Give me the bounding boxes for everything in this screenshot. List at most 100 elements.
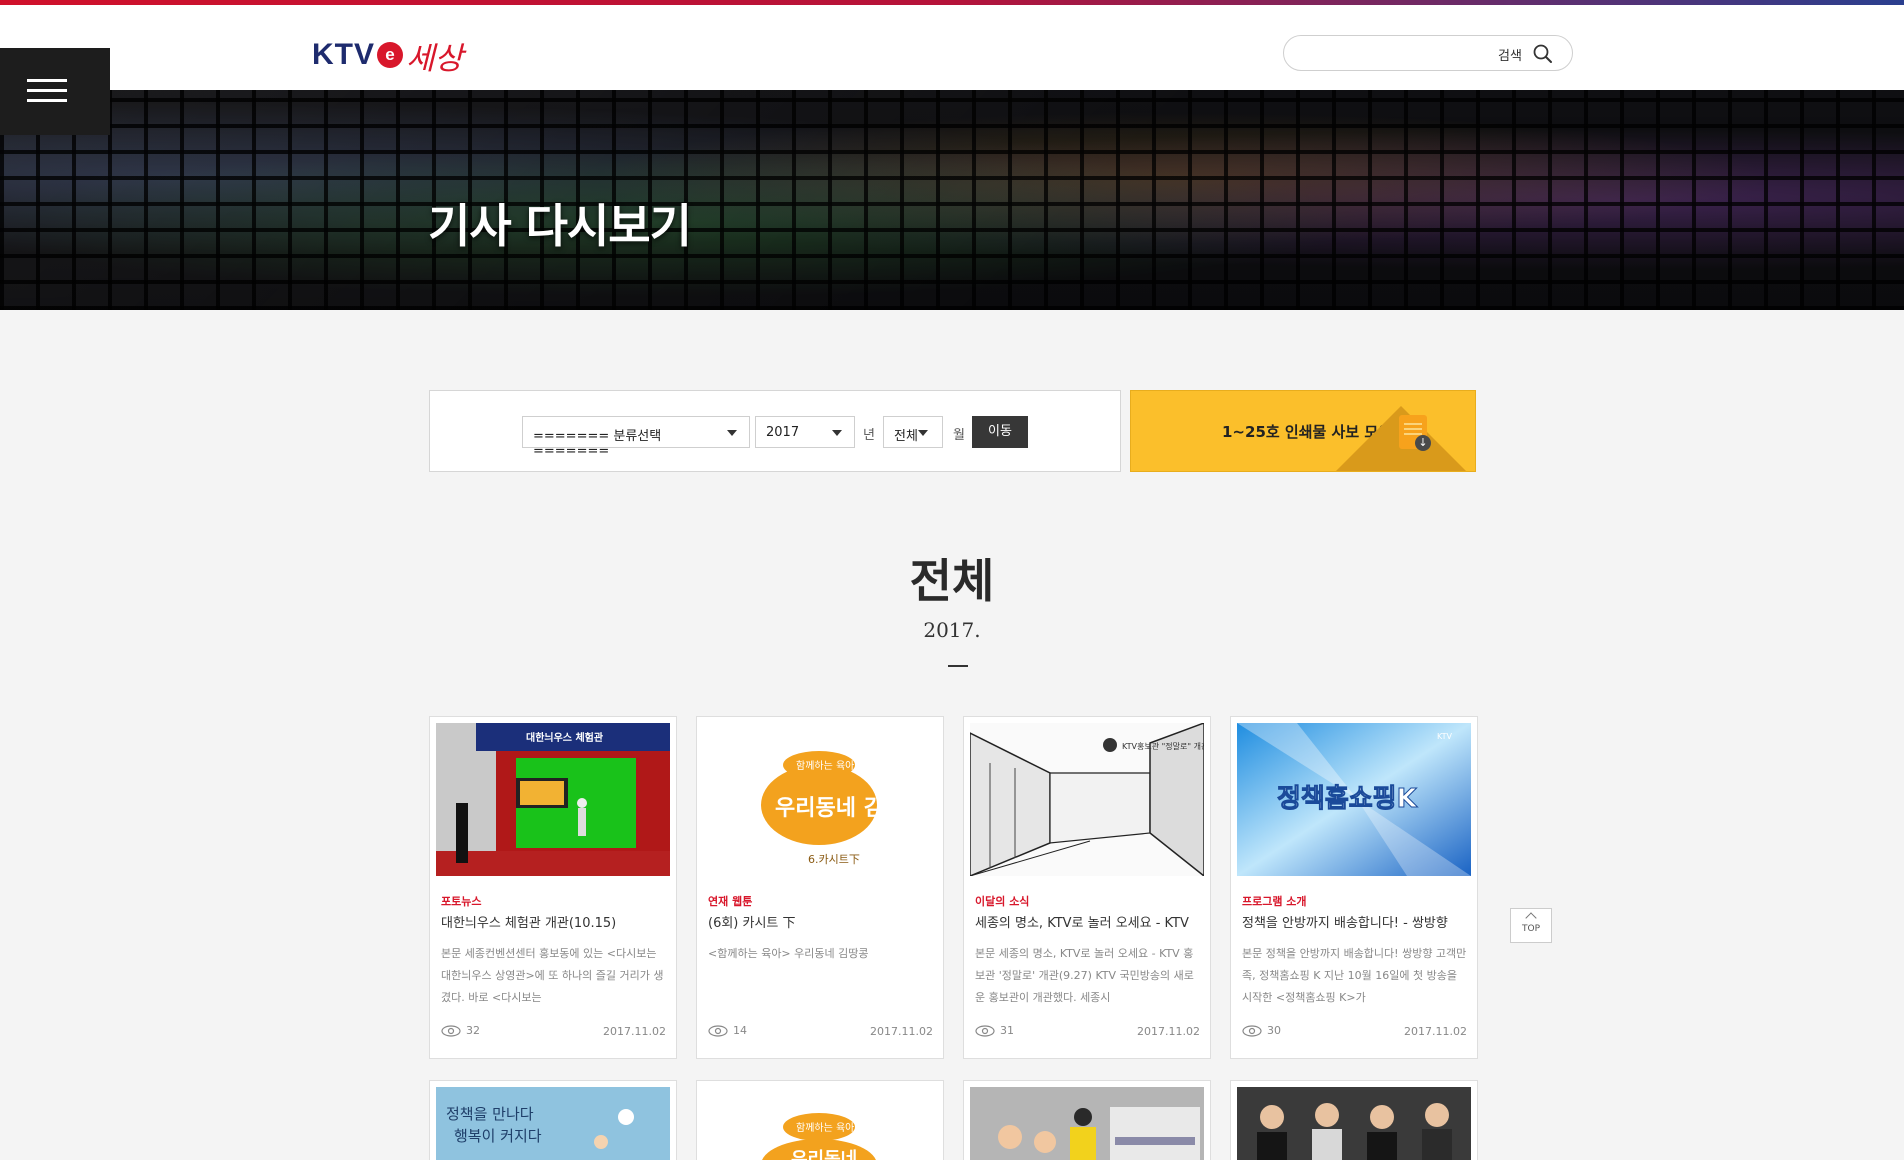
article-thumbnail: [1237, 1087, 1471, 1160]
year-select[interactable]: 2017: [755, 416, 855, 448]
chevron-down-icon: [727, 430, 737, 436]
logo-sesang-text: 세상: [406, 40, 464, 77]
logo-e-mark: e: [377, 42, 403, 68]
chevron-down-icon: [918, 430, 928, 436]
hero-banner: 기사 다시보기: [0, 90, 1904, 310]
category-select[interactable]: ======= 분류선택 =======: [522, 416, 750, 459]
article-category: 연재 웹툰: [708, 895, 753, 908]
eye-icon: [975, 1024, 995, 1037]
view-count-value: 14: [733, 1024, 747, 1037]
month-select-value: 전체: [894, 429, 918, 444]
search-icon[interactable]: [1532, 43, 1554, 65]
article-date: 2017.11.02: [603, 1025, 666, 1038]
article-thumbnail: 함께하는 육아 우리동네: [703, 1087, 937, 1160]
year-unit-label: 년: [863, 428, 875, 443]
article-description: 본문 정책을 안방까지 배송합니다! 쌍방향 고객만족, 정책홈쇼핑 K 지난 …: [1242, 947, 1467, 1004]
hero-shade: [0, 90, 1904, 310]
illustration-text-1: 정책을 만나다: [446, 1105, 534, 1123]
eye-icon: [441, 1024, 461, 1037]
section-date: 2017.: [923, 618, 981, 642]
article-thumbnail: [970, 1087, 1204, 1160]
article-category: 이달의 소식: [975, 895, 1030, 908]
article-card[interactable]: 정책홈쇼핑K KTV 프로그램 소개 정책을 안방까지 배송합니다! - 쌍방향…: [1230, 716, 1478, 1059]
section-title: 전체: [909, 554, 995, 608]
webtoon-title-text: 우리동네 김땅콩: [775, 796, 924, 821]
homeshopping-title-text: 정책홈쇼핑K: [1277, 784, 1418, 814]
webtoon-logo-image: 함께하는 육아 우리동네 김땅콩 6.카시트下: [703, 723, 937, 876]
presenters-image: [1237, 1087, 1471, 1160]
view-count: 30: [1242, 1024, 1281, 1037]
article-card[interactable]: 대한늬우스 체험관 포토뉴스 대한늬우스 체험관 개관(10.15) 본문 세종…: [429, 716, 677, 1059]
page-title: 기사 다시보기: [428, 199, 692, 253]
section-divider: [948, 665, 968, 667]
archive-download-button[interactable]: 1~25호 인쇄물 사보 모음 ↓: [1130, 390, 1476, 472]
eye-icon: [1242, 1024, 1262, 1037]
view-count: 32: [441, 1024, 480, 1037]
month-unit-label: 월: [953, 428, 965, 443]
article-description: <함께하는 육아> 우리동네 김땅콩: [708, 947, 869, 960]
search-label[interactable]: 검색: [1498, 45, 1522, 64]
search-input[interactable]: [1298, 42, 1473, 64]
webtoon-sub-text: 6.카시트下: [808, 853, 860, 866]
webtoon-tag-text: 함께하는 육아: [796, 1121, 854, 1134]
studio-image: 대한늬우스 체험관: [436, 723, 670, 876]
view-count-value: 31: [1000, 1024, 1014, 1037]
view-count: 14: [708, 1024, 747, 1037]
article-title[interactable]: 세종의 명소, KTV로 놀러 오세요 - KTV: [975, 912, 1203, 931]
webtoon-title-text: 우리동네: [791, 1149, 857, 1160]
hamburger-icon-line: [27, 89, 67, 92]
studio-banner-text: 대한늬우스 체험관: [526, 731, 604, 744]
scroll-top-label: TOP: [1521, 924, 1540, 934]
article-category: 프로그램 소개: [1242, 895, 1307, 908]
eye-icon: [708, 1024, 728, 1037]
chevron-down-icon: [832, 430, 842, 436]
download-arrow-icon: ↓: [1415, 435, 1431, 451]
sketch-hall-image: KTV홍보관 "정말로" 개관: [970, 723, 1204, 876]
anchor-illustration-image: [970, 1087, 1204, 1160]
article-thumbnail: 정책홈쇼핑K KTV: [1237, 723, 1471, 876]
article-title[interactable]: 대한늬우스 체험관 개관(10.15): [441, 912, 669, 931]
homeshopping-image: 정책홈쇼핑K KTV: [1237, 723, 1471, 876]
homeshopping-corner-text: KTV: [1437, 732, 1453, 741]
article-card[interactable]: [1230, 1080, 1478, 1160]
view-count-value: 30: [1267, 1024, 1281, 1037]
ktv-logo[interactable]: KTV e 세상: [312, 35, 464, 77]
article-date: 2017.11.02: [870, 1025, 933, 1038]
article-thumbnail: KTV홍보관 "정말로" 개관: [970, 723, 1204, 876]
hamburger-icon: [27, 79, 67, 82]
article-title[interactable]: (6회) 카시트 下: [708, 912, 936, 931]
article-card[interactable]: 함께하는 육아 우리동네 김땅콩 6.카시트下 연재 웹툰 (6회) 카시트 下…: [696, 716, 944, 1059]
article-category: 포토뉴스: [441, 895, 482, 908]
article-card[interactable]: 함께하는 육아 우리동네: [696, 1080, 944, 1160]
filter-bar: ======= 분류선택 ======= 2017 년 전체 월 이동: [429, 390, 1121, 472]
policy-illustration-image: 정책을 만나다 행복이 커지다: [436, 1087, 670, 1160]
article-thumbnail: 정책을 만나다 행복이 커지다: [436, 1087, 670, 1160]
search-box: 검색: [1283, 35, 1573, 71]
chevron-up-icon: [1525, 912, 1537, 924]
article-date: 2017.11.02: [1404, 1025, 1467, 1038]
hamburger-icon-line: [27, 99, 67, 102]
article-card[interactable]: KTV홍보관 "정말로" 개관 이달의 소식 세종의 명소, KTV로 놀러 오…: [963, 716, 1211, 1059]
year-select-value: 2017: [766, 425, 800, 440]
article-description: 본문 세종의 명소, KTV로 놀러 오세요 - KTV 홍보관 '정말로' 개…: [975, 947, 1194, 1004]
sketch-sign-text: KTV홍보관 "정말로" 개관: [1122, 741, 1204, 751]
article-date: 2017.11.02: [1137, 1025, 1200, 1038]
view-count-value: 32: [466, 1024, 480, 1037]
hamburger-menu-button[interactable]: [0, 48, 110, 135]
view-count: 31: [975, 1024, 1014, 1037]
category-select-value: ======= 분류선택 =======: [533, 429, 662, 459]
illustration-text-2: 행복이 커지다: [454, 1127, 542, 1145]
webtoon-tag-text: 함께하는 육아: [796, 759, 854, 772]
article-description: 본문 세종컨벤션센터 홍보동에 있는 <다시보는 대한늬우스 상영관>에 또 하…: [441, 947, 664, 1004]
site-header: KTV e 세상 검색: [0, 5, 1904, 90]
go-button[interactable]: 이동: [972, 416, 1028, 448]
article-thumbnail: 함께하는 육아 우리동네 김땅콩 6.카시트下: [703, 723, 937, 876]
logo-ktv-text: KTV: [312, 38, 375, 71]
month-select[interactable]: 전체: [883, 416, 943, 448]
article-card[interactable]: [963, 1080, 1211, 1160]
article-title[interactable]: 정책을 안방까지 배송합니다! - 쌍방향: [1242, 912, 1470, 931]
article-thumbnail: 대한늬우스 체험관: [436, 723, 670, 876]
scroll-top-button[interactable]: TOP: [1510, 908, 1552, 943]
webtoon-logo-image: 함께하는 육아 우리동네: [703, 1087, 937, 1160]
article-card[interactable]: 정책을 만나다 행복이 커지다: [429, 1080, 677, 1160]
